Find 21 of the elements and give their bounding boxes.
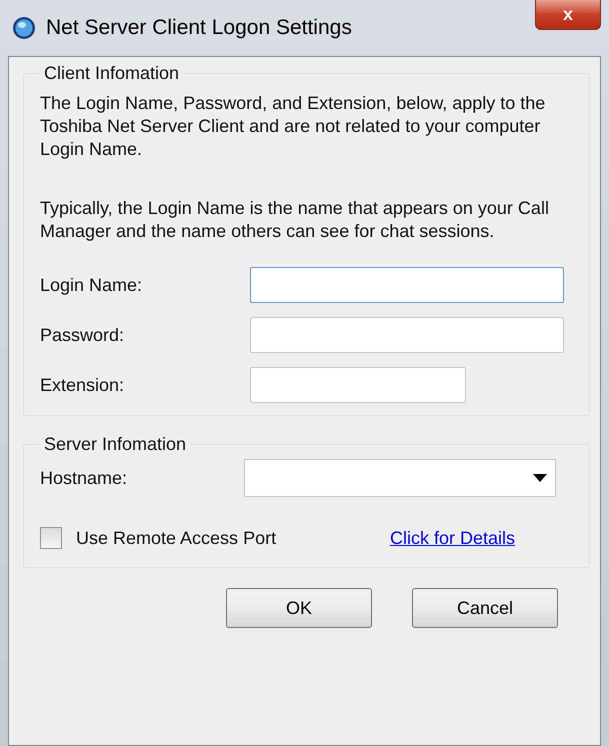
hostname-dropdown[interactable]	[244, 459, 556, 497]
field-label: Password:	[40, 324, 126, 346]
checkbox-label[interactable]: Use Remote Access Port	[76, 528, 376, 548]
field-label: Hostname:	[40, 468, 128, 488]
close-button[interactable]: x	[535, 0, 601, 30]
checkbox[interactable]	[40, 527, 62, 549]
input-field[interactable]	[250, 317, 564, 353]
dialog-button[interactable]: Cancel	[412, 588, 558, 628]
group-title: Server Infomation	[43, 434, 188, 455]
input-field[interactable]	[250, 367, 466, 403]
field-label: Login Name:	[40, 274, 144, 296]
input-field[interactable]	[250, 267, 564, 303]
field-label: Extension:	[40, 374, 126, 396]
caret-icon	[533, 474, 547, 482]
description-text: The Login Name, Password, and Extension, below, apply to the Toshiba Net Server Client and are not related to your computer Login Name.	[40, 92, 546, 161]
window-title: Net Server Client Logon Settings	[46, 16, 352, 40]
details-link[interactable]: Click for Details	[390, 528, 516, 548]
globe-icon	[12, 16, 36, 40]
description-text: Typically, the Login Name is the name that appears on your Call Manager and the name others can see for chat sessions.	[40, 197, 550, 243]
group-title: Client Infomation	[43, 63, 180, 84]
dialog-button[interactable]: OK	[226, 588, 372, 628]
